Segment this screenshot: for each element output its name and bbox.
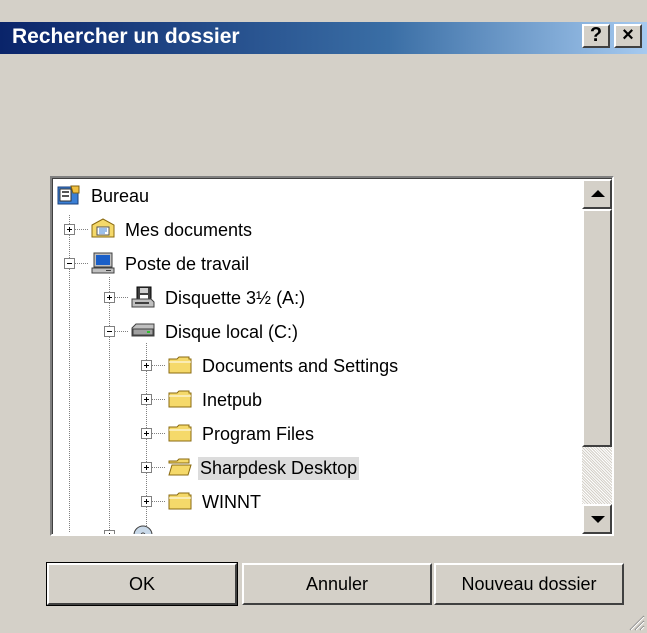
tree-item-label: Documents and Settings: [202, 356, 399, 376]
folder-open-icon: [168, 458, 192, 476]
expand-icon[interactable]: [141, 394, 152, 405]
folder-icon: [168, 390, 192, 408]
tree-item-label: WINNT: [202, 492, 261, 512]
scroll-down-button[interactable]: [582, 504, 612, 534]
tree-item-disque-local[interactable]: Disque local (C:): [53, 317, 573, 349]
tree-item-label: Disque local (C:): [165, 322, 299, 342]
cancel-button[interactable]: Annuler: [242, 563, 432, 605]
ok-button[interactable]: OK: [46, 562, 238, 606]
folder-icon: [168, 492, 192, 510]
my-computer-icon: [91, 252, 115, 274]
tree-item-program-files[interactable]: Program Files: [53, 419, 573, 451]
arrow-down-icon: [591, 516, 605, 523]
expand-icon[interactable]: [141, 360, 152, 371]
tree-item-disquette[interactable]: Disquette 3½ (A:): [53, 283, 573, 315]
tree-item-winnt[interactable]: WINNT: [53, 487, 573, 519]
tree-item-label: Sharpdesk Desktop: [198, 457, 360, 480]
tree-item-poste-de-travail[interactable]: Poste de travail: [53, 249, 573, 281]
tree-item-label: Mes documents: [125, 220, 253, 240]
vertical-scrollbar[interactable]: [582, 179, 612, 534]
hard-drive-icon: [131, 323, 155, 337]
tree-item-inetpub[interactable]: Inetpub: [53, 385, 573, 417]
tree-item-label: Disquette 3½ (A:): [165, 288, 306, 308]
expand-icon[interactable]: [104, 292, 115, 303]
folder-icon: [168, 424, 192, 442]
tree-item-sharpdesk-desktop[interactable]: Sharpdesk Desktop: [53, 453, 573, 485]
expand-icon[interactable]: [104, 530, 115, 534]
collapse-icon[interactable]: [104, 326, 115, 337]
expand-icon[interactable]: [141, 462, 152, 473]
folder-tree[interactable]: Bureau Mes documents Poste de travail Di…: [50, 176, 614, 536]
dialog-title: Rechercher un dossier: [12, 25, 240, 48]
arrow-up-icon: [591, 190, 605, 197]
expand-icon[interactable]: [141, 428, 152, 439]
scroll-thumb[interactable]: [582, 209, 612, 447]
floppy-drive-icon: [131, 286, 155, 308]
tree-item-label: Program Files: [202, 424, 315, 444]
expand-icon[interactable]: [64, 224, 75, 235]
cd-drive-icon: [133, 525, 153, 534]
resize-grip-icon[interactable]: [627, 613, 645, 631]
tree-item-label: Bureau: [91, 186, 150, 206]
new-folder-button[interactable]: Nouveau dossier: [434, 563, 624, 605]
close-button[interactable]: ×: [614, 24, 642, 48]
desktop-icon: [57, 185, 80, 205]
help-button[interactable]: ?: [582, 24, 610, 48]
title-bar[interactable]: Rechercher un dossier ? ×: [0, 22, 647, 54]
browse-folder-dialog: Rechercher un dossier ? × Bureau Mes doc…: [0, 0, 647, 633]
tree-item-label: Inetpub: [202, 390, 263, 410]
folder-icon: [168, 356, 192, 374]
my-documents-icon: [91, 218, 115, 238]
tree-item-mes-documents[interactable]: Mes documents: [53, 215, 573, 247]
tree-item-label: Poste de travail: [125, 254, 250, 274]
tree-item-bureau[interactable]: Bureau: [53, 181, 573, 213]
expand-icon[interactable]: [141, 496, 152, 507]
scroll-up-button[interactable]: [582, 179, 612, 209]
tree-item-documents-and-settings[interactable]: Documents and Settings: [53, 351, 573, 383]
collapse-icon[interactable]: [64, 258, 75, 269]
tree-item-partial[interactable]: [53, 521, 573, 534]
